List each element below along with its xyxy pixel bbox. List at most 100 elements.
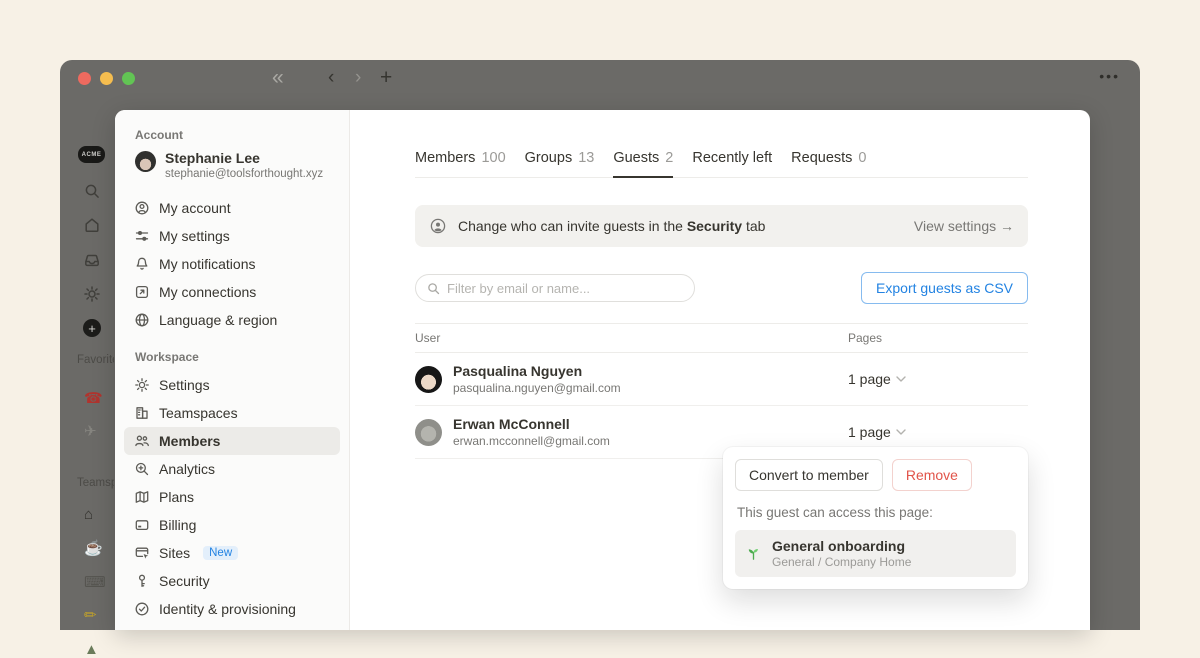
banner-text: Change who can invite guests in the Secu… bbox=[458, 218, 765, 234]
export-csv-button[interactable]: Export guests as CSV bbox=[861, 272, 1028, 304]
pages-dropdown[interactable]: 1 page bbox=[848, 424, 1028, 440]
favorite-airplane-icon[interactable]: ✈ bbox=[84, 423, 97, 440]
tab-members[interactable]: Members 100 bbox=[415, 150, 506, 177]
sidebar-item-language-region[interactable]: Language & region bbox=[124, 306, 340, 334]
workspace-section-label: Workspace bbox=[135, 350, 340, 364]
tab-count: 100 bbox=[481, 150, 505, 167]
sidebar-item-billing[interactable]: Billing bbox=[124, 511, 340, 539]
tab-guests[interactable]: Guests 2 bbox=[613, 150, 673, 178]
app-sidebar-rail: ACME + Favorites ☎ ✈ Teamspaces ⌂ ☕ ⌨ ✏ … bbox=[60, 96, 115, 630]
browser-cursor-icon bbox=[134, 545, 150, 561]
sidebar-item-label: Plans bbox=[159, 489, 194, 505]
more-options-icon[interactable]: ••• bbox=[1099, 68, 1120, 84]
pages-dropdown[interactable]: 1 page bbox=[848, 371, 1028, 387]
chevron-down-icon bbox=[896, 429, 906, 435]
map-icon bbox=[134, 489, 150, 505]
avatar bbox=[415, 419, 442, 446]
globe-icon bbox=[134, 312, 150, 328]
team-laptop-icon[interactable]: ⌨ bbox=[84, 574, 106, 591]
close-button[interactable] bbox=[78, 72, 91, 85]
new-page-icon[interactable]: + bbox=[83, 319, 101, 337]
remove-guest-button[interactable]: Remove bbox=[892, 459, 972, 491]
team-coffee-icon[interactable]: ☕ bbox=[84, 540, 103, 557]
search-icon[interactable] bbox=[83, 182, 101, 200]
sidebar-item-label: Teamspaces bbox=[159, 405, 238, 421]
chevron-down-icon bbox=[896, 376, 906, 382]
column-pages: Pages bbox=[848, 331, 1028, 345]
sidebar-item-my-notifications[interactable]: My notifications bbox=[124, 250, 340, 278]
sidebar-item-teamspaces[interactable]: Teamspaces bbox=[124, 399, 340, 427]
sliders-icon bbox=[134, 228, 150, 244]
sidebar-item-my-connections[interactable]: My connections bbox=[124, 278, 340, 306]
person-circle-icon bbox=[134, 200, 150, 216]
profile-name: Stephanie Lee bbox=[165, 149, 323, 167]
sidebar-item-label: Identity & provisioning bbox=[159, 601, 296, 617]
new-tab-icon[interactable]: + bbox=[380, 66, 392, 90]
sidebar-item-label: My notifications bbox=[159, 256, 255, 272]
guests-toolbar: Export guests as CSV bbox=[415, 272, 1028, 304]
sidebar-item-label: Security bbox=[159, 573, 210, 589]
sidebar-item-analytics[interactable]: Analytics bbox=[124, 455, 340, 483]
guest-actions-popup: Convert to member Remove This guest can … bbox=[723, 447, 1028, 589]
key-icon bbox=[134, 573, 150, 589]
arrow-square-icon bbox=[134, 284, 150, 300]
filter-input[interactable] bbox=[447, 281, 683, 296]
account-section-label: Account bbox=[135, 128, 340, 142]
tab-count: 13 bbox=[578, 150, 594, 167]
people-icon bbox=[134, 433, 150, 449]
team-house-icon[interactable]: ⌂ bbox=[84, 506, 93, 523]
search-icon bbox=[427, 282, 440, 295]
sidebar-item-label: My account bbox=[159, 200, 231, 216]
sidebar-item-label: Analytics bbox=[159, 461, 215, 477]
profile-email: stephanie@toolsforthought.xyz bbox=[165, 167, 323, 182]
tab-requests[interactable]: Requests 0 bbox=[791, 150, 866, 177]
sidebar-item-my-settings[interactable]: My settings bbox=[124, 222, 340, 250]
team-mountain-icon[interactable]: ▲ bbox=[84, 641, 99, 658]
person-circle-icon bbox=[429, 217, 447, 235]
view-settings-link[interactable]: View settings → bbox=[914, 218, 1014, 234]
sidebar-item-my-account[interactable]: My account bbox=[124, 194, 340, 222]
tab-groups[interactable]: Groups 13 bbox=[525, 150, 595, 177]
sidebar-item-security[interactable]: Security bbox=[124, 567, 340, 595]
settings-sidebar: Account Stephanie Lee stephanie@toolsfor… bbox=[115, 110, 350, 630]
members-settings-panel: Members 100 Groups 13 Guests 2 Recently … bbox=[350, 110, 1090, 630]
check-badge-icon bbox=[134, 601, 150, 617]
guest-name: Pasqualina Nguyen bbox=[453, 362, 621, 380]
tab-recently-left[interactable]: Recently left bbox=[692, 150, 772, 177]
popup-caption: This guest can access this page: bbox=[737, 505, 1014, 520]
sidebar-item-label: Billing bbox=[159, 517, 196, 533]
invite-guests-banner: Change who can invite guests in the Secu… bbox=[415, 205, 1028, 247]
favorite-telephone-icon[interactable]: ☎ bbox=[84, 390, 103, 407]
profile-row[interactable]: Stephanie Lee stephanie@toolsforthought.… bbox=[135, 149, 329, 182]
minimize-button[interactable] bbox=[100, 72, 113, 85]
back-icon[interactable]: ‹ bbox=[328, 66, 334, 90]
page-path: General / Company Home bbox=[772, 555, 911, 570]
forward-icon[interactable]: › bbox=[355, 66, 361, 90]
tab-count: 2 bbox=[665, 150, 673, 166]
sidebar-item-sites[interactable]: Sites New bbox=[124, 539, 340, 567]
members-tabs: Members 100 Groups 13 Guests 2 Recently … bbox=[415, 150, 1028, 178]
convert-to-member-button[interactable]: Convert to member bbox=[735, 459, 883, 491]
accessible-page-item[interactable]: General onboarding General / Company Hom… bbox=[735, 530, 1016, 577]
gear-icon bbox=[134, 377, 150, 393]
page-title: General onboarding bbox=[772, 537, 911, 555]
filter-field[interactable] bbox=[415, 274, 695, 302]
sidebar-item-label: Members bbox=[159, 433, 220, 449]
sidebar-item-label: Language & region bbox=[159, 312, 277, 328]
home-icon[interactable] bbox=[83, 216, 101, 234]
zoom-button[interactable] bbox=[122, 72, 135, 85]
guest-name: Erwan McConnell bbox=[453, 415, 610, 433]
sidebar-item-members[interactable]: Members bbox=[124, 427, 340, 455]
sidebar-item-plans[interactable]: Plans bbox=[124, 483, 340, 511]
sidebar-collapse-icon[interactable]: « bbox=[272, 66, 284, 90]
seedling-icon bbox=[745, 545, 762, 562]
inbox-icon[interactable] bbox=[83, 251, 101, 269]
workspace-logo[interactable]: ACME bbox=[78, 146, 105, 163]
table-row: Pasqualina Nguyen pasqualina.nguyen@gmai… bbox=[415, 353, 1028, 406]
settings-gear-icon[interactable] bbox=[83, 285, 101, 303]
sidebar-item-label: My settings bbox=[159, 228, 230, 244]
sidebar-item-identity-provisioning[interactable]: Identity & provisioning bbox=[124, 595, 340, 623]
magnifier-plus-icon bbox=[134, 461, 150, 477]
sidebar-item-settings[interactable]: Settings bbox=[124, 371, 340, 399]
team-pencil-icon[interactable]: ✏ bbox=[84, 607, 97, 624]
